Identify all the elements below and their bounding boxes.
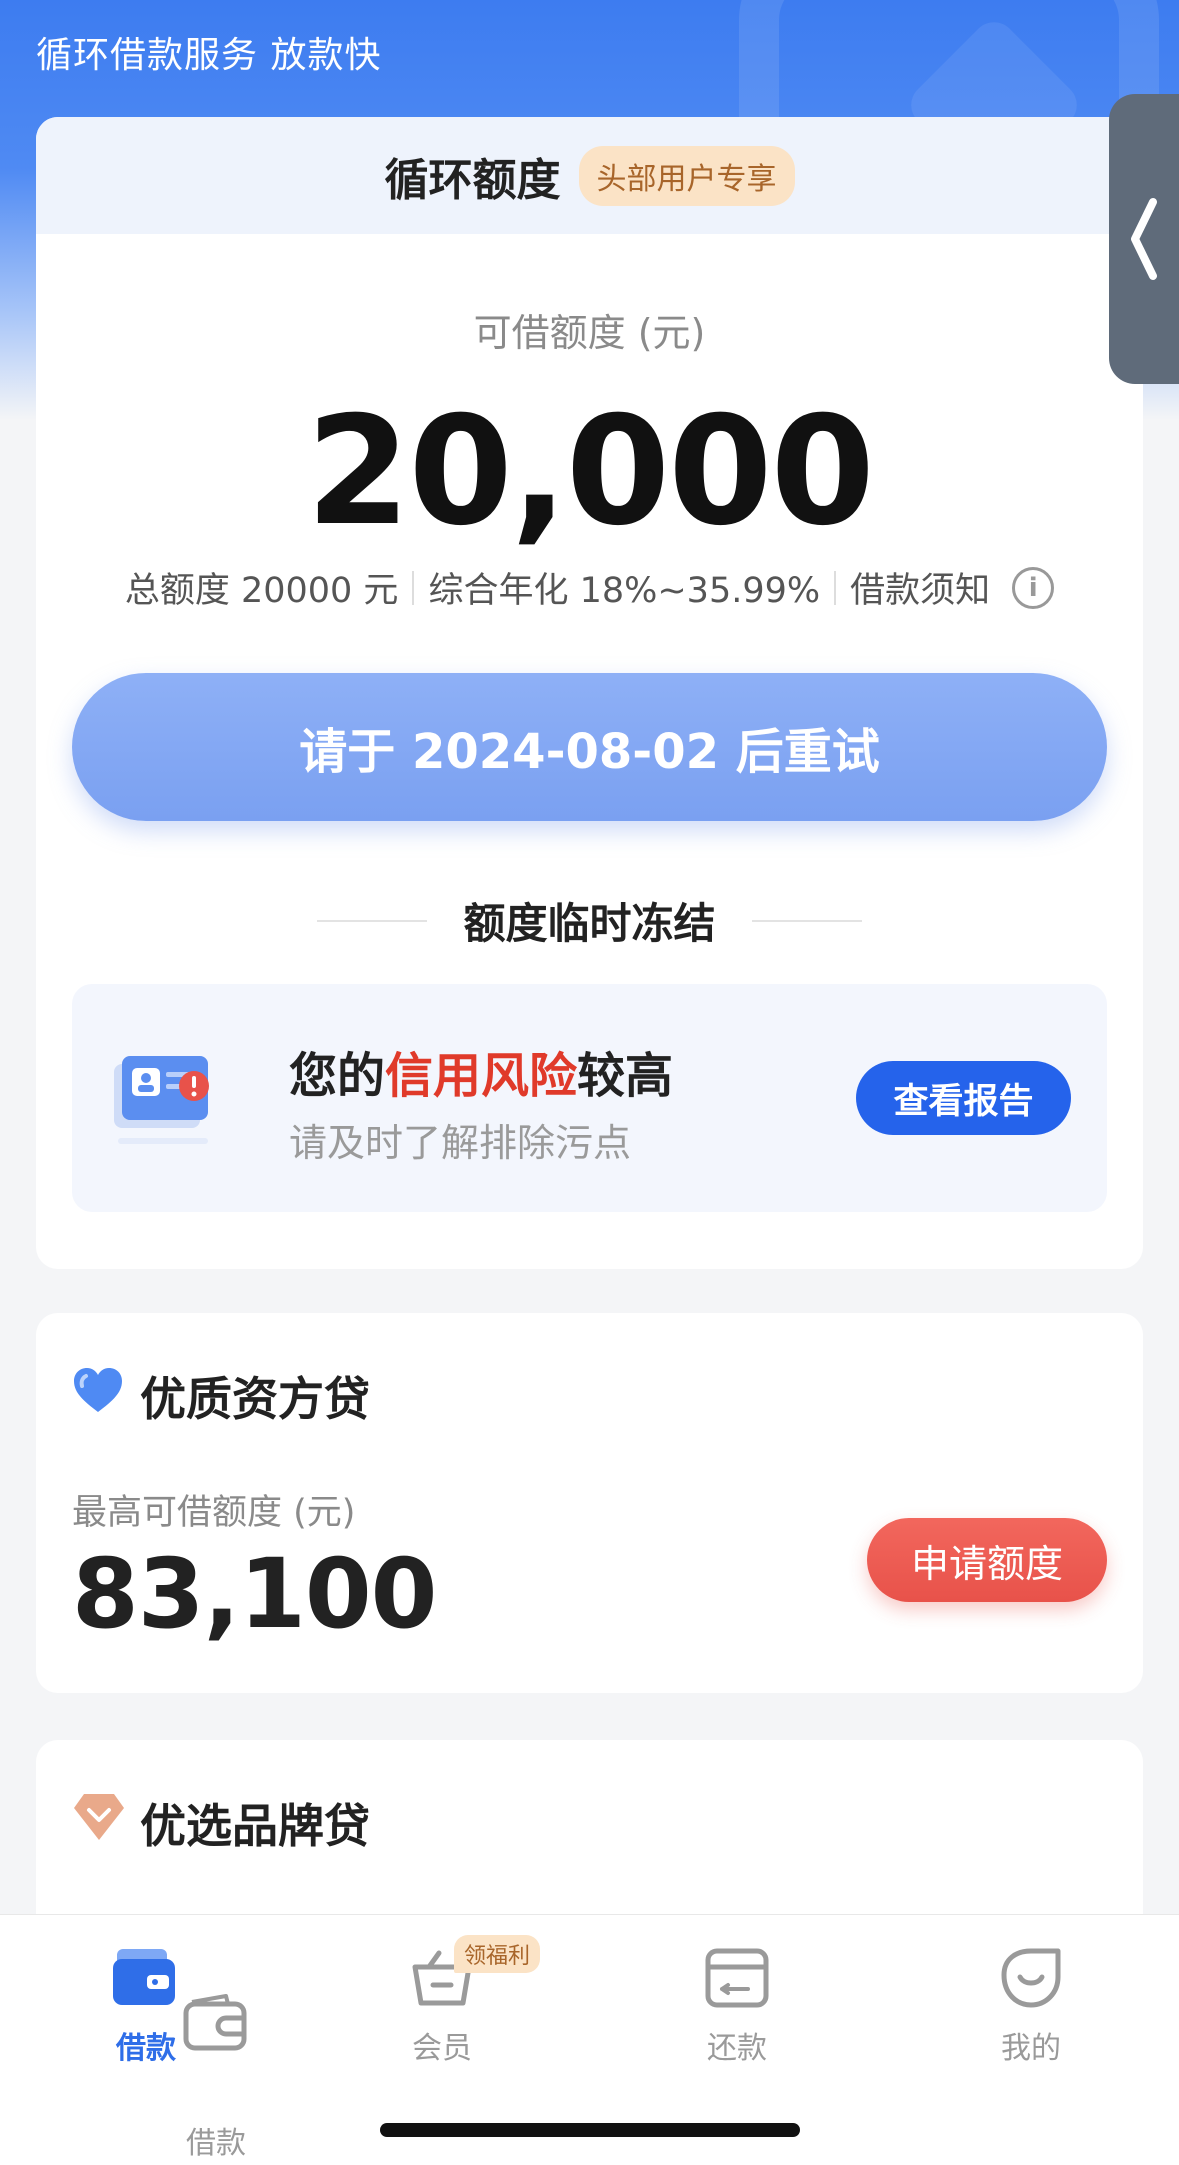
divider — [412, 570, 415, 605]
tab-label: 会员 — [412, 2031, 472, 2066]
divider — [751, 919, 862, 922]
home-indicator[interactable] — [380, 2123, 800, 2137]
tab-label: 还款 — [707, 2031, 767, 2066]
divider — [834, 570, 837, 605]
annual-rate: 综合年化 18%~35.99% — [428, 571, 821, 611]
floating-wallet-label: 借款 — [186, 2126, 246, 2161]
side-collapse-tab[interactable] — [1109, 94, 1179, 384]
risk-title-suffix: 较高 — [577, 1048, 674, 1104]
quality-loan-card: 优质资方贷 最高可借额度 (元) 83,100 申请额度 — [36, 1313, 1143, 1693]
brand-loan-title: 优选品牌贷 — [140, 1799, 370, 1853]
view-report-button[interactable]: 查看报告 — [856, 1061, 1071, 1135]
credit-risk-panel: 您的信用风险较高 请及时了解排除污点 查看报告 — [72, 984, 1107, 1212]
risk-title-prefix: 您的 — [289, 1048, 386, 1104]
loan-notice-link[interactable]: 借款须知 — [850, 562, 990, 613]
wallet-icon — [113, 1949, 175, 2005]
retry-button[interactable]: 请于 2024-08-02 后重试 — [72, 673, 1107, 821]
heart-icon — [74, 1368, 122, 1412]
frozen-status: 额度临时冻结 — [36, 890, 1143, 951]
diamond-icon — [74, 1794, 124, 1840]
tab-repay[interactable]: 还款 — [657, 1945, 817, 2067]
tab-label: 我的 — [1001, 2031, 1061, 2066]
risk-title-highlight: 信用风险 — [385, 1048, 578, 1104]
apply-quota-button[interactable]: 申请额度 — [867, 1518, 1107, 1602]
smile-profile-icon — [1001, 1948, 1061, 2008]
welfare-badge: 领福利 — [454, 1935, 541, 1973]
divider — [317, 919, 428, 922]
tab-membership[interactable]: 领福利 会员 — [362, 1935, 541, 2067]
page-title: 循环借款服务 放款快 — [36, 35, 382, 76]
card-header: 循环额度 头部用户专享 — [36, 117, 1143, 234]
repay-card-icon — [705, 1948, 769, 2008]
info-icon[interactable]: i — [1012, 566, 1055, 609]
card-title: 循环额度 — [384, 154, 561, 206]
quota-info-row: 总额度 20000 元 综合年化 18%~35.99% 借款须知 i — [36, 562, 1143, 613]
revolving-credit-card: 循环额度 头部用户专享 可借额度 (元) 20,000 总额度 20000 元 … — [36, 117, 1143, 1269]
tab-mine[interactable]: 我的 — [951, 1945, 1111, 2067]
available-amount: 20,000 — [306, 385, 875, 559]
floating-wallet-icon[interactable] — [182, 1992, 248, 2052]
vip-badge: 头部用户专享 — [578, 145, 795, 206]
total-quota: 总额度 20000 元 — [124, 571, 399, 611]
risk-subtitle: 请及时了解排除污点 — [289, 1121, 632, 1165]
max-amount: 83,100 — [72, 1538, 437, 1650]
max-amount-label: 最高可借额度 (元) — [72, 1493, 356, 1533]
chevron-left-icon — [1131, 198, 1157, 280]
frozen-title: 额度临时冻结 — [463, 899, 716, 948]
quality-loan-title: 优质资方贷 — [140, 1372, 370, 1426]
available-label: 可借额度 (元) — [473, 311, 706, 355]
risk-title: 您的信用风险较高 — [289, 1036, 673, 1106]
credit-report-icon — [114, 1056, 209, 1144]
